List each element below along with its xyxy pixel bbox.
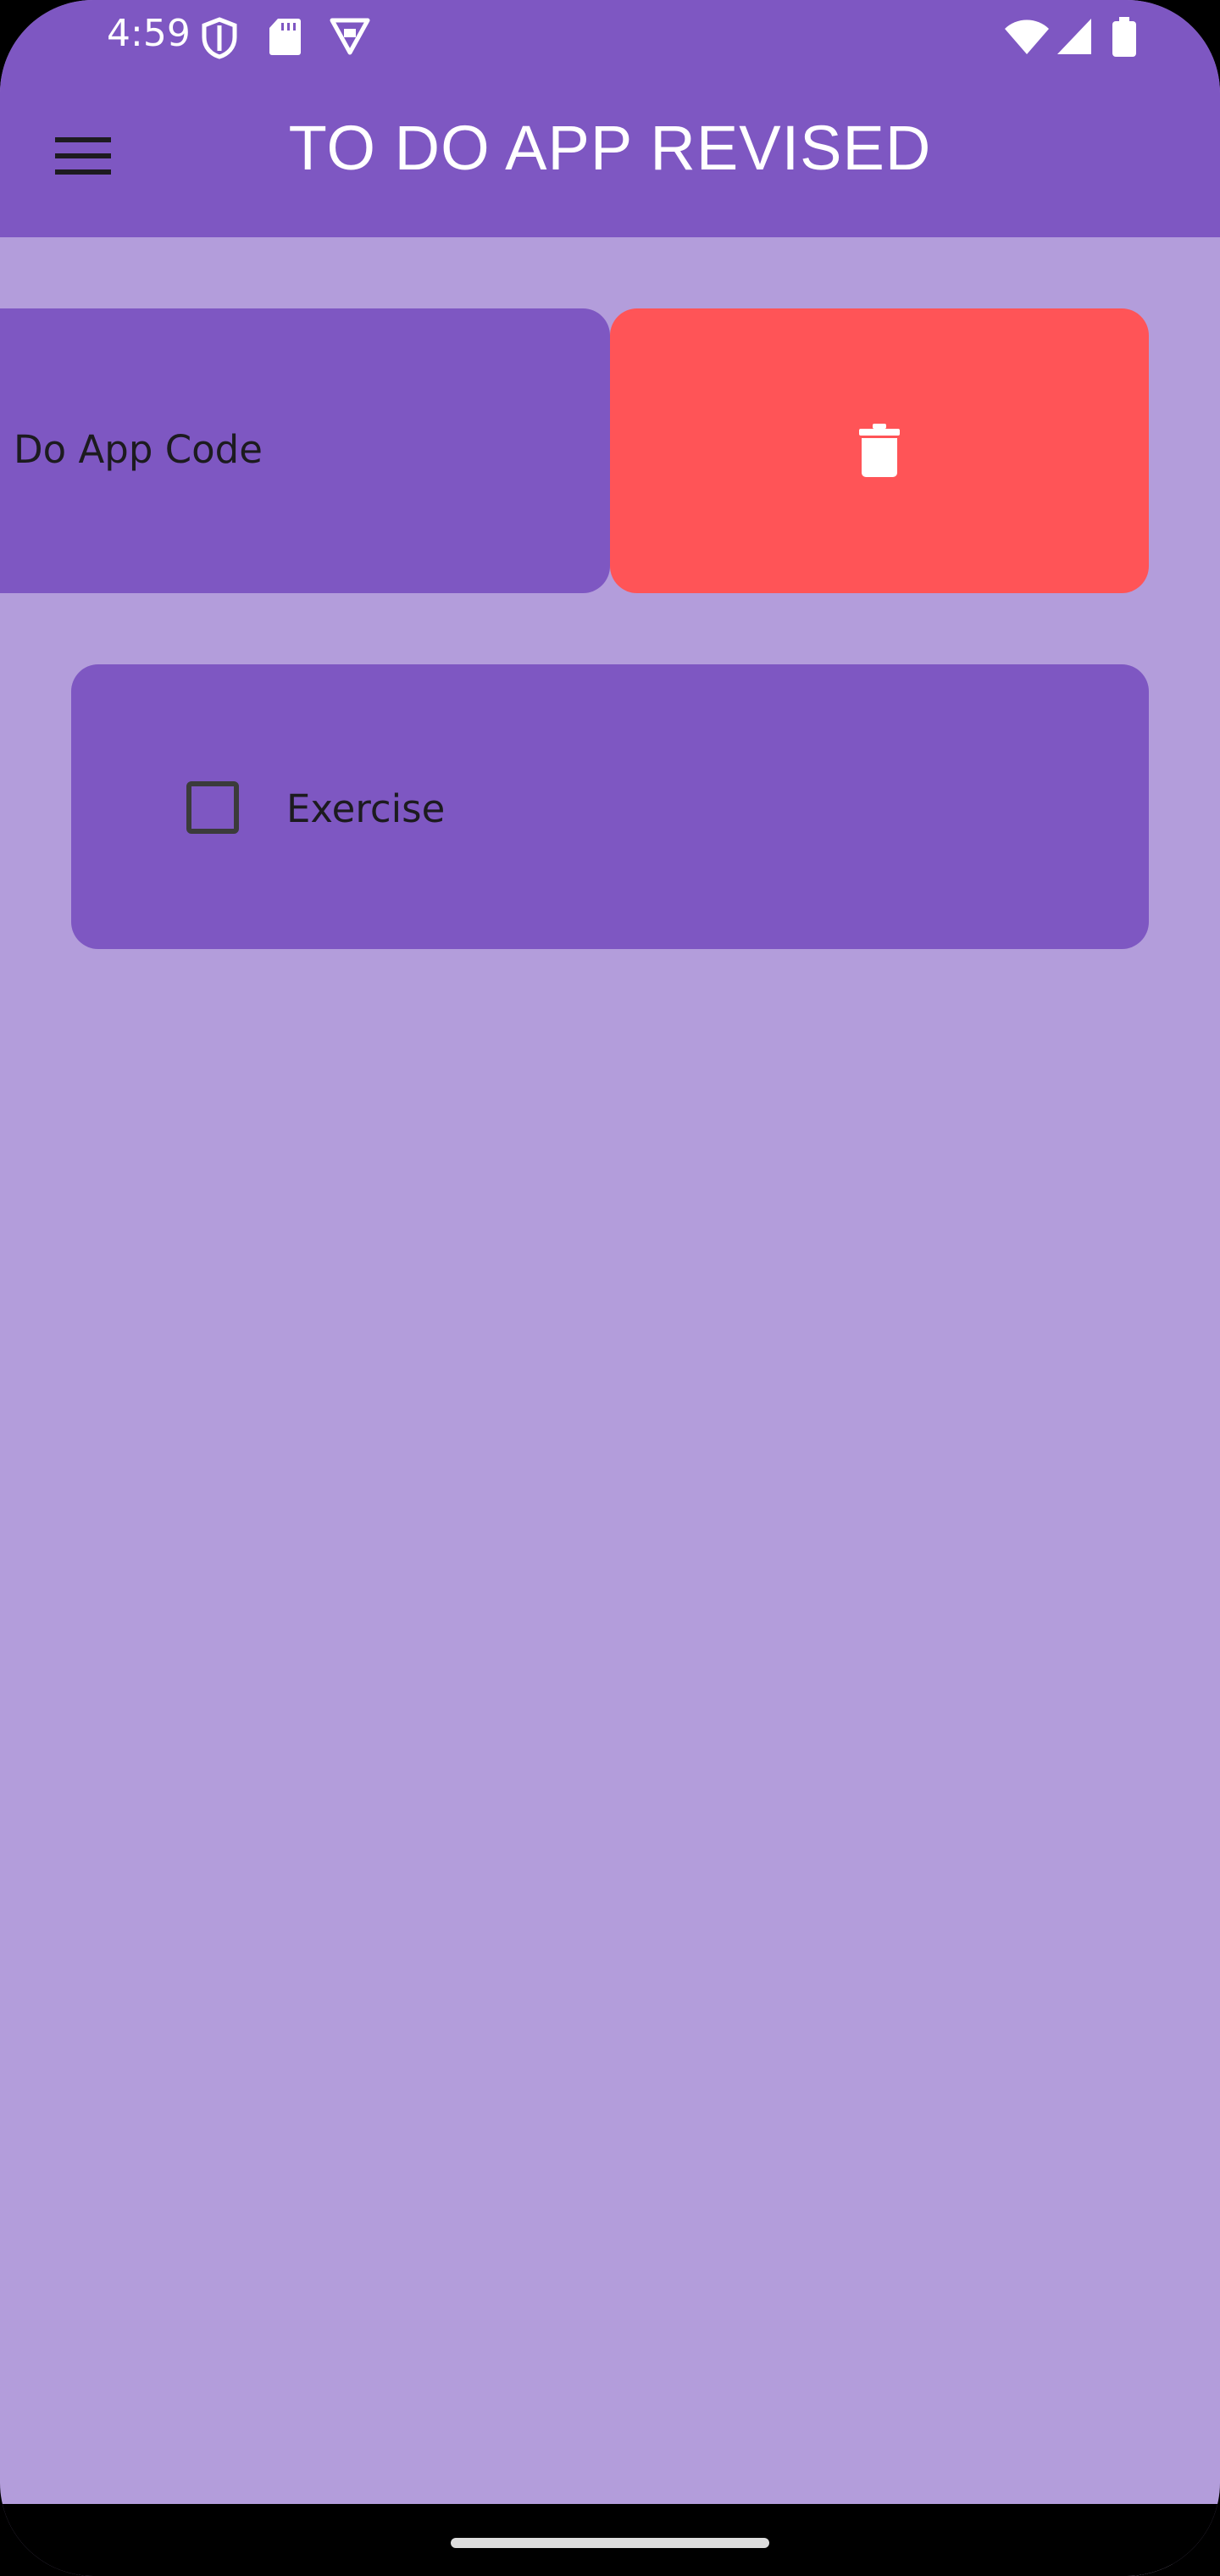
page-title: TO DO APP REVISED [288, 113, 932, 183]
toolbar: TO DO APP REVISED [0, 76, 1220, 237]
task-checkbox[interactable] [186, 781, 239, 834]
task-label: Do App Code [14, 427, 263, 472]
status-bar: 4:59 [0, 0, 1220, 76]
task-label: Exercise [286, 786, 446, 831]
signal-icon [1057, 19, 1091, 54]
sd-card-icon [269, 19, 301, 55]
task-list: Do App Code Exercise [0, 237, 1220, 2576]
vpn-icon [330, 18, 370, 55]
home-indicator[interactable] [451, 2538, 769, 2548]
task-item-swiped[interactable]: Do App Code [0, 308, 610, 593]
task-item: Exercise [71, 664, 1149, 949]
battery-icon [1112, 17, 1136, 57]
trash-icon [859, 424, 900, 477]
phone-screen: 4:59 TO DO APP REVISED Do App Code Exerc… [0, 0, 1220, 2576]
shield-icon [202, 17, 237, 59]
status-time: 4:59 [107, 12, 191, 55]
app-bar: 4:59 TO DO APP REVISED [0, 0, 1220, 237]
wifi-icon [1005, 19, 1049, 54]
navigation-bar [0, 2504, 1220, 2576]
delete-task-button[interactable] [610, 308, 1149, 593]
